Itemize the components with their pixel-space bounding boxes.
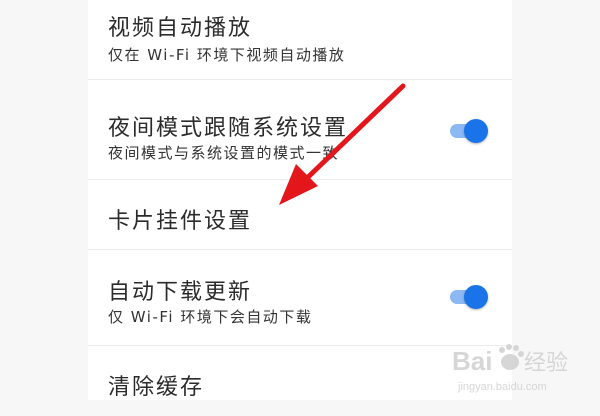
toggle-knob — [464, 285, 488, 309]
setting-item-video-autoplay[interactable]: 视频自动播放 仅在 Wi-Fi 环境下视频自动播放 — [88, 0, 512, 80]
baidu-paw-icon — [499, 344, 524, 370]
toggle-knob — [464, 119, 488, 143]
setting-item-night-mode[interactable]: 夜间模式跟随系统设置 夜间模式与系统设置的模式一致 — [88, 80, 512, 180]
setting-title: 视频自动播放 — [108, 16, 253, 41]
setting-title: 夜间模式跟随系统设置 — [108, 116, 349, 141]
setting-subtitle: 仅 Wi-Fi 环境下会自动下载 — [108, 308, 313, 326]
auto-update-toggle[interactable] — [450, 284, 488, 309]
watermark-brand-cn: 经验 — [524, 351, 568, 376]
setting-item-auto-update[interactable]: 自动下载更新 仅 Wi-Fi 环境下会自动下载 — [88, 250, 512, 346]
baidu-watermark: Bai 经验 jingyan.baidu.com — [452, 344, 568, 393]
watermark-url: jingyan.baidu.com — [457, 381, 547, 393]
watermark-brand: Bai — [452, 346, 492, 376]
setting-title: 卡片挂件设置 — [108, 209, 253, 234]
setting-item-clear-cache[interactable]: 清除缓存 — [88, 346, 512, 416]
setting-subtitle: 夜间模式与系统设置的模式一致 — [108, 144, 340, 162]
setting-title: 清除缓存 — [108, 375, 205, 400]
setting-title: 自动下载更新 — [108, 280, 253, 305]
settings-panel: 视频自动播放 仅在 Wi-Fi 环境下视频自动播放 夜间模式跟随系统设置 夜间模… — [88, 0, 512, 400]
night-mode-toggle[interactable] — [450, 118, 488, 143]
setting-item-card-widget[interactable]: 卡片挂件设置 — [88, 180, 512, 250]
setting-subtitle: 仅在 Wi-Fi 环境下视频自动播放 — [108, 46, 346, 64]
